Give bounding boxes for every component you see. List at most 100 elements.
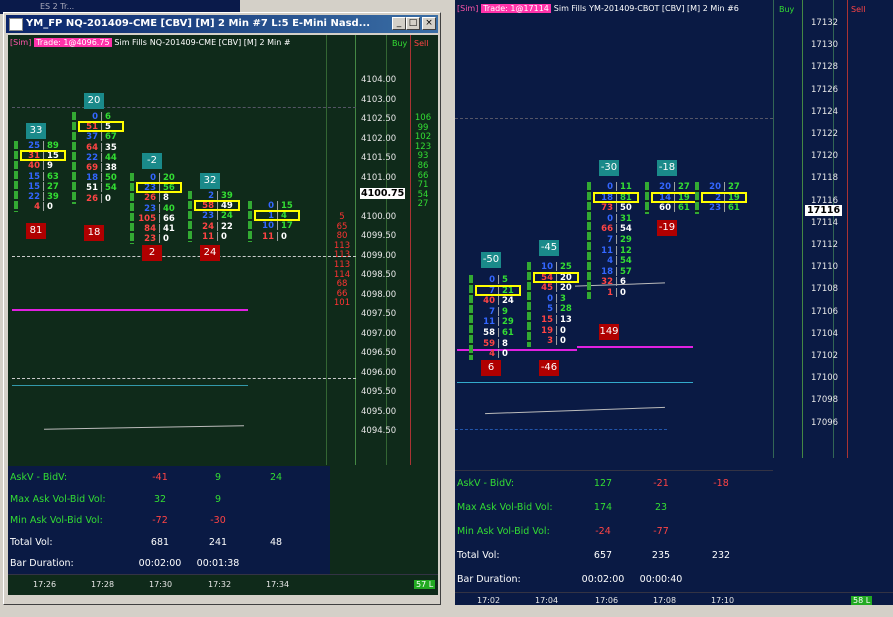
bid-volume-cell: 4 (489, 349, 495, 360)
bid-volume-cell: 15 (541, 315, 553, 325)
scale-badge[interactable]: 58 L (851, 596, 873, 605)
stats-value: 681 (150, 536, 170, 548)
stats-value: 232 (711, 550, 731, 561)
bid-volume-cell: 0 (607, 182, 613, 192)
ask-volume-cell: 61 (502, 328, 514, 338)
divider: | (100, 152, 104, 163)
instrument-label: NQ-201409-CME [CBV] [M] 2 Min # (149, 38, 291, 47)
bid-volume-cell: 11 (483, 317, 495, 328)
minimize-button[interactable]: _ (392, 17, 406, 30)
left-horizontal-scrollbar[interactable] (8, 595, 438, 603)
price-label: 4096.00 (361, 367, 397, 378)
divider: | (42, 181, 46, 192)
volume-bar-strip (645, 182, 649, 214)
divider: | (158, 193, 162, 204)
volume-bar-strip (130, 173, 134, 245)
divider: | (497, 328, 501, 338)
bid-volume-cell: 7 (489, 306, 495, 317)
stats-label: Max Ask Vol-Bid Vol: (457, 502, 553, 513)
close-button[interactable]: × (422, 17, 436, 30)
ask-volume-cell: 57 (620, 266, 632, 277)
ask-volume-cell: 5 (502, 275, 508, 285)
magenta-vwap-line (577, 346, 693, 348)
buy-volume: 27 (417, 199, 429, 210)
sell-column-border (410, 35, 411, 465)
divider: | (497, 275, 501, 285)
divider: | (42, 161, 46, 172)
divider: | (216, 231, 220, 242)
ask-volume-cell: 24 (221, 211, 233, 222)
delta-bottom-badge: 6 (481, 360, 501, 376)
stats-value: 00:01:38 (196, 558, 240, 569)
volume-bar-strip (248, 201, 252, 242)
buy-label: Buy (779, 5, 795, 14)
bid-volume-cell: 105 (138, 213, 156, 224)
volume-bar-strip (72, 112, 76, 204)
divider: | (555, 315, 559, 325)
price-label: 17100 (811, 373, 839, 384)
time-label: 17:04 (535, 596, 559, 605)
poc-highlight-box (651, 191, 697, 203)
ask-volume-cell: 0 (105, 193, 111, 204)
divider: | (555, 293, 559, 304)
price-label: 4098.00 (361, 289, 397, 300)
dashed-level-line (12, 378, 356, 379)
divider: | (615, 235, 619, 245)
divider: | (615, 182, 619, 192)
divider: | (615, 203, 619, 214)
bid-volume-cell: 73 (601, 203, 613, 214)
bid-volume-cell: 15 (28, 181, 40, 192)
stats-label: Min Ask Vol-Bid Vol: (457, 526, 550, 537)
volume-bar-strip (527, 262, 531, 347)
stats-label: AskV - BidV: (457, 478, 515, 489)
bid-volume-cell: 23 (709, 203, 721, 214)
bid-volume-cell: 40 (28, 161, 40, 172)
sim-badge: [Sim] (10, 38, 32, 47)
sim-fills-label: Sim Fills (553, 4, 587, 13)
maximize-button[interactable]: □ (406, 17, 420, 30)
divider: | (100, 142, 104, 153)
left-window-title: YM_FP NQ-201409-CME [CBV] [M] 2 Min #7 L… (26, 18, 371, 29)
price-label: 17112 (811, 240, 839, 250)
divider: | (100, 163, 104, 173)
poc-highlight-box (20, 150, 66, 162)
bid-volume-cell: 66 (601, 224, 613, 235)
divider: | (673, 203, 677, 214)
stats-value: -21 (653, 478, 669, 489)
left-chart-panel[interactable]: [Sim] Trade: 1@4096.75 Sim Fills NQ-2014… (8, 35, 438, 595)
ask-volume-cell: 41 (163, 224, 175, 234)
left-title-bar[interactable]: YM_FP NQ-201409-CME [CBV] [M] 2 Min #7 L… (6, 15, 438, 33)
delta-bottom-badge: 149 (599, 324, 619, 340)
price-label: 4100.00 (361, 211, 397, 222)
stats-label: Max Ask Vol-Bid Vol: (10, 493, 106, 505)
divider: | (555, 325, 559, 336)
divider: | (216, 211, 220, 222)
ask-volume-cell: 8 (502, 338, 508, 349)
bid-volume-cell: 23 (144, 234, 156, 245)
price-label: 4098.50 (361, 270, 397, 280)
price-label: 17126 (811, 84, 839, 95)
stats-value: -77 (653, 526, 669, 537)
ask-volume-cell: 0 (620, 288, 626, 298)
ask-volume-cell: 67 (105, 132, 117, 143)
ask-volume-cell: 40 (163, 203, 175, 214)
time-label: 17:32 (208, 580, 232, 589)
ask-volume-cell: 9 (47, 161, 53, 172)
bid-volume-cell: 15 (28, 171, 40, 182)
right-chart-window[interactable]: [Sim] Trade: 1@17114 Sim Fills YM-201409… (455, 0, 893, 605)
delta-top-badge: -18 (657, 160, 677, 176)
ask-volume-cell: 20 (560, 283, 572, 294)
scale-badge[interactable]: 57 L (414, 580, 436, 589)
right-horizontal-scrollbar[interactable] (455, 605, 893, 617)
instrument-label: YM-201409-CBOT [CBV] [M] 2 Min #6 (589, 4, 739, 13)
ask-volume-cell: 0 (281, 231, 287, 242)
left-chart-window[interactable]: YM_FP NQ-201409-CME [CBV] [M] 2 Min #7 L… (3, 12, 441, 605)
bid-volume-cell: 69 (86, 163, 98, 173)
bid-volume-cell: 11 (262, 231, 274, 242)
delta-top-badge: -2 (142, 153, 162, 169)
divider: | (615, 288, 619, 298)
time-label: 17:26 (33, 580, 57, 589)
stats-value: 23 (654, 502, 668, 513)
bid-volume-cell: 84 (144, 224, 156, 234)
bid-volume-cell: 40 (483, 296, 495, 307)
